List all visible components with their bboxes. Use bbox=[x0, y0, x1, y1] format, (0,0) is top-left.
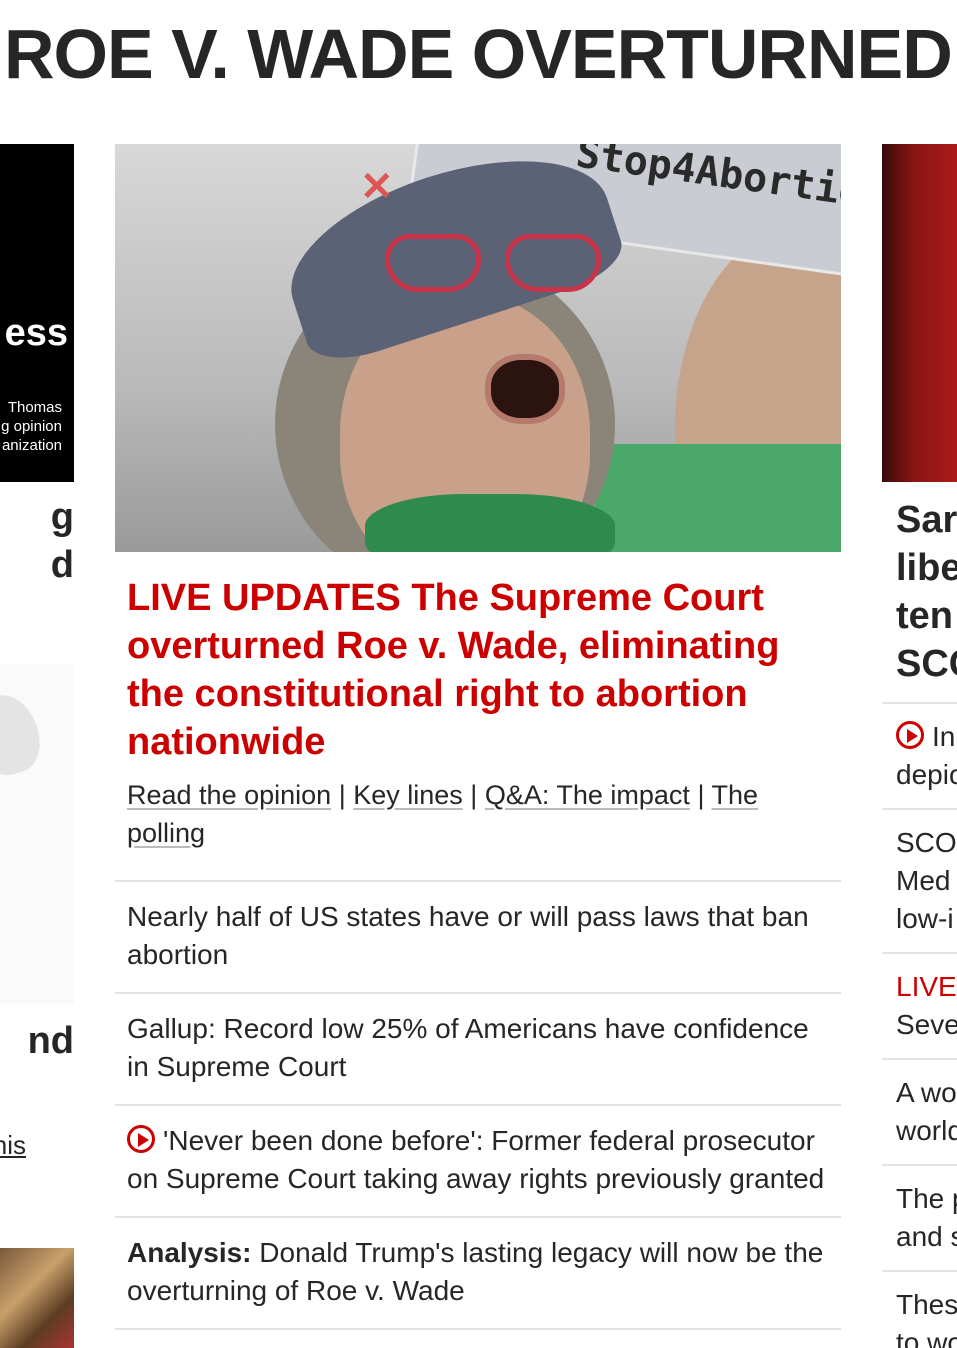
right-headline-line: SCC bbox=[896, 643, 957, 685]
list-item-text: to wo bbox=[896, 1327, 957, 1348]
right-headline[interactable]: Sar libe ten SCC bbox=[896, 496, 957, 688]
play-icon bbox=[127, 1125, 155, 1153]
list-item[interactable]: LIVE Seve bbox=[882, 952, 957, 1058]
lead-headline[interactable]: LIVE UPDATES The Supreme Court overturne… bbox=[127, 574, 827, 766]
right-story-image[interactable] bbox=[882, 144, 957, 482]
link-key-lines[interactable]: Key lines bbox=[353, 780, 463, 810]
right-story-column: Sar libe ten SCC In depic SCO Med low-i … bbox=[882, 144, 957, 1348]
list-item[interactable]: A wo world bbox=[882, 1058, 957, 1164]
list-item-text: Nearly half of US states have or will pa… bbox=[127, 901, 809, 970]
left-headline-line[interactable]: g bbox=[51, 496, 74, 539]
list-item-text: SCO bbox=[896, 827, 957, 858]
green-scarf bbox=[365, 494, 615, 552]
section-banner-title[interactable]: ROE V. WADE OVERTURNED bbox=[4, 12, 953, 96]
link-separator: | bbox=[338, 780, 346, 810]
link-qa-impact[interactable]: Q&A: The impact bbox=[485, 780, 690, 810]
list-item[interactable]: Gallup: Record low 25% of Americans have… bbox=[115, 992, 841, 1104]
list-item-text: world bbox=[896, 1115, 957, 1146]
list-item-text: Thes bbox=[896, 1289, 957, 1320]
list-item[interactable]: Nearly half of US states have or will pa… bbox=[115, 880, 841, 992]
list-item[interactable]: Thes to wo bbox=[882, 1270, 957, 1348]
list-item-text: The p bbox=[896, 1183, 957, 1214]
left-map-graphic[interactable] bbox=[0, 664, 74, 1004]
list-item-text: Gallup: Record low 25% of Americans have… bbox=[127, 1013, 809, 1082]
cap-logo-icon: ✕ bbox=[360, 165, 394, 209]
left-lower-headline[interactable]: nd bbox=[28, 1020, 74, 1063]
list-item-text: In bbox=[932, 721, 956, 752]
right-headline-line: Sar bbox=[896, 499, 957, 541]
right-headline-line: libe bbox=[896, 547, 957, 589]
left-image-caption-line: anization bbox=[1, 437, 62, 454]
play-icon bbox=[896, 721, 924, 749]
hero-image[interactable]: Stop4Abortion ✕ bbox=[115, 144, 841, 552]
glasses bbox=[385, 234, 605, 294]
list-item-text: low-i bbox=[896, 903, 954, 934]
live-label: LIVE bbox=[896, 971, 957, 1002]
related-stories-list: Nearly half of US states have or will pa… bbox=[115, 880, 841, 1330]
list-item[interactable]: SCO Med low-i bbox=[882, 808, 957, 952]
link-read-opinion[interactable]: Read the opinion bbox=[127, 780, 331, 810]
list-item[interactable]: Analysis: Donald Trump's lasting legacy … bbox=[115, 1216, 841, 1330]
list-item-text: Med bbox=[896, 865, 951, 896]
list-item[interactable]: In depic bbox=[882, 702, 957, 808]
left-image-text: ess bbox=[4, 312, 68, 354]
list-item-text: 'Never been done before': Former federal… bbox=[127, 1125, 825, 1194]
lead-related-links: Read the opinion | Key lines | Q&A: The … bbox=[127, 776, 817, 852]
left-link[interactable]: his bbox=[0, 1130, 26, 1161]
left-lower-photo[interactable] bbox=[0, 1248, 74, 1348]
list-item[interactable]: 'Never been done before': Former federal… bbox=[115, 1104, 841, 1216]
left-image-caption-line: g opinion bbox=[1, 418, 62, 435]
link-separator: | bbox=[697, 780, 705, 810]
list-item-text: Seve bbox=[896, 1009, 957, 1040]
right-stories-list: In depic SCO Med low-i LIVE Seve A wo wo… bbox=[882, 702, 957, 1348]
left-headline-line[interactable]: d bbox=[51, 544, 74, 587]
list-item-text: depic bbox=[896, 759, 957, 790]
left-story-column: ess Thomas g opinion anization g d nd hi… bbox=[0, 144, 74, 1348]
left-story-image[interactable]: ess Thomas g opinion anization bbox=[0, 144, 74, 482]
link-separator: | bbox=[470, 780, 478, 810]
right-headline-line: ten bbox=[896, 595, 953, 637]
list-item-text: A wo bbox=[896, 1077, 957, 1108]
list-item[interactable]: The p and s bbox=[882, 1164, 957, 1270]
left-image-caption-line: Thomas bbox=[7, 399, 62, 416]
analysis-label: Analysis: bbox=[127, 1237, 252, 1268]
list-item-text: and s bbox=[896, 1221, 957, 1252]
